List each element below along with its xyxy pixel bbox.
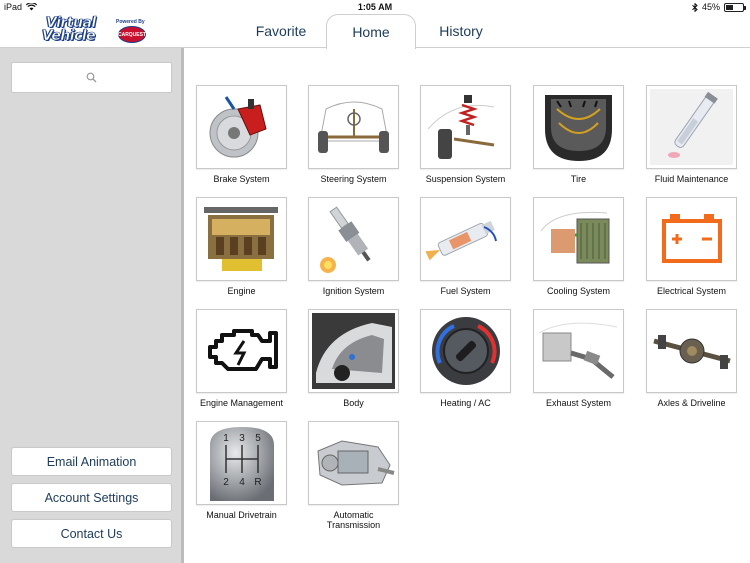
email-animation-button[interactable]: Email Animation xyxy=(11,447,172,476)
tile-body[interactable]: Body xyxy=(308,309,399,408)
axle-icon xyxy=(653,335,731,369)
gear-shifter-icon: 1 3 5 2 4 R xyxy=(210,427,274,501)
spark-plug-icon xyxy=(320,206,371,273)
fluid-icon xyxy=(650,89,733,165)
tile-label: Fuel System xyxy=(440,286,491,296)
tile-engine-management[interactable]: Engine Management xyxy=(196,309,287,408)
tile-label: Brake System xyxy=(213,174,270,184)
engine-icon xyxy=(204,207,278,271)
steering-icon xyxy=(318,101,389,153)
tile-label: Ignition System xyxy=(322,286,385,296)
tab-history[interactable]: History xyxy=(416,14,506,48)
powered-by-label: Powered By xyxy=(116,19,145,25)
tile-brake-system[interactable]: Brake System xyxy=(196,85,287,184)
tab-home[interactable]: Home xyxy=(326,14,416,49)
tab-favorite[interactable]: Favorite xyxy=(236,14,326,48)
tile-label: Manual Drivetrain xyxy=(206,510,277,520)
tile-electrical-system[interactable]: Electrical System xyxy=(646,197,737,296)
tile-automatic-transmission[interactable]: Automatic Transmission xyxy=(308,421,399,530)
app-header: Virtual Vehicle Powered By CARQUEST Favo… xyxy=(0,14,750,49)
tile-axles-driveline[interactable]: Axles & Driveline xyxy=(646,309,737,408)
contact-us-button[interactable]: Contact Us xyxy=(11,519,172,548)
transmission-icon xyxy=(317,440,395,486)
app-logo: Virtual Vehicle Powered By CARQUEST xyxy=(42,16,150,46)
tile-label: Exhaust System xyxy=(545,398,612,408)
battery-icon xyxy=(662,214,722,263)
tile-label: Cooling System xyxy=(546,286,611,296)
fuel-injector-icon xyxy=(425,220,497,261)
tile-label: Fluid Maintenance xyxy=(654,174,729,184)
tile-suspension-system[interactable]: Suspension System xyxy=(420,85,511,184)
bluetooth-icon xyxy=(692,2,698,12)
search-icon xyxy=(86,72,97,83)
tile-heating-ac[interactable]: Heating / AC xyxy=(420,309,511,408)
tile-fluid-maintenance[interactable]: Fluid Maintenance xyxy=(646,85,737,184)
main-tabs: Favorite Home History xyxy=(236,14,506,49)
tile-label: Engine xyxy=(227,286,256,296)
tile-label: Axles & Driveline xyxy=(657,398,726,408)
sidebar: Email Animation Account Settings Contact… xyxy=(0,48,184,563)
body-icon xyxy=(312,313,395,389)
status-bar: iPad 1:05 AM 45% xyxy=(0,0,750,14)
shifter-gear-2: 2 xyxy=(223,477,229,488)
tile-label: Steering System xyxy=(320,174,387,184)
tile-steering-system[interactable]: Steering System xyxy=(308,85,399,184)
shifter-gear-5: 5 xyxy=(255,433,261,444)
tile-engine[interactable]: Engine xyxy=(196,197,287,296)
shifter-gear-1: 1 xyxy=(223,433,229,444)
check-engine-icon xyxy=(208,329,278,371)
tile-label: Electrical System xyxy=(656,286,727,296)
tile-label: Body xyxy=(343,398,364,408)
climate-knob-icon xyxy=(432,317,500,385)
shifter-gear-r: R xyxy=(254,477,261,488)
tile-fuel-system[interactable]: Fuel System xyxy=(420,197,511,296)
tire-icon xyxy=(545,95,612,161)
tile-tire[interactable]: Tire xyxy=(533,85,624,184)
tile-ignition-system[interactable]: Ignition System xyxy=(308,197,399,296)
shifter-gear-4: 4 xyxy=(239,477,245,488)
tile-label: Tire xyxy=(570,174,587,184)
logo-line-2: Vehicle xyxy=(42,28,96,44)
exhaust-icon xyxy=(538,322,618,379)
battery-icon xyxy=(724,2,746,12)
status-time: 1:05 AM xyxy=(357,2,393,12)
tile-cooling-system[interactable]: Cooling System xyxy=(533,197,624,296)
tile-label: Suspension System xyxy=(425,174,506,184)
tile-label: Automatic Transmission xyxy=(326,510,381,530)
search-input[interactable] xyxy=(11,62,172,93)
tile-manual-drivetrain[interactable]: 1 3 5 2 4 R Manual Drivetrain xyxy=(196,421,287,520)
tile-label: Heating / AC xyxy=(440,398,491,408)
shifter-gear-3: 3 xyxy=(239,433,245,444)
account-settings-button[interactable]: Account Settings xyxy=(11,483,172,512)
tile-label: Engine Management xyxy=(199,398,284,408)
suspension-icon xyxy=(427,95,495,159)
tile-exhaust-system[interactable]: Exhaust System xyxy=(533,309,624,408)
battery-percent: 45% xyxy=(701,2,720,12)
partner-logo: CARQUEST xyxy=(118,26,146,43)
cooling-icon xyxy=(540,211,610,264)
brake-icon xyxy=(209,96,267,158)
